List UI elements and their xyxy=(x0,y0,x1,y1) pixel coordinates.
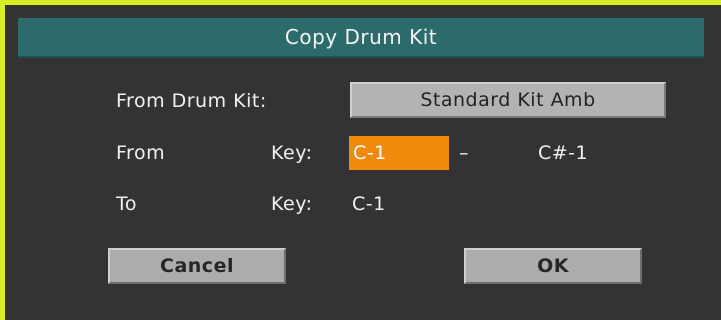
from-start-key-field[interactable]: C-1 xyxy=(349,136,449,170)
from-label: From xyxy=(116,142,166,164)
to-label: To xyxy=(116,193,138,215)
from-drum-kit-label: From Drum Kit: xyxy=(116,90,267,112)
screen: Copy Drum Kit From Drum Kit: Standard Ki… xyxy=(0,0,721,320)
ok-button[interactable]: OK xyxy=(464,248,642,284)
to-key-field[interactable]: C-1 xyxy=(352,193,386,215)
from-drum-kit-selector[interactable]: Standard Kit Amb xyxy=(350,82,666,118)
key-range-separator: – xyxy=(459,142,469,164)
dialog-title: Copy Drum Kit xyxy=(18,18,704,58)
from-end-key-field[interactable]: C#-1 xyxy=(538,142,588,164)
cancel-button[interactable]: Cancel xyxy=(108,248,286,284)
to-key-label: Key: xyxy=(271,193,313,215)
from-key-label: Key: xyxy=(271,142,313,164)
